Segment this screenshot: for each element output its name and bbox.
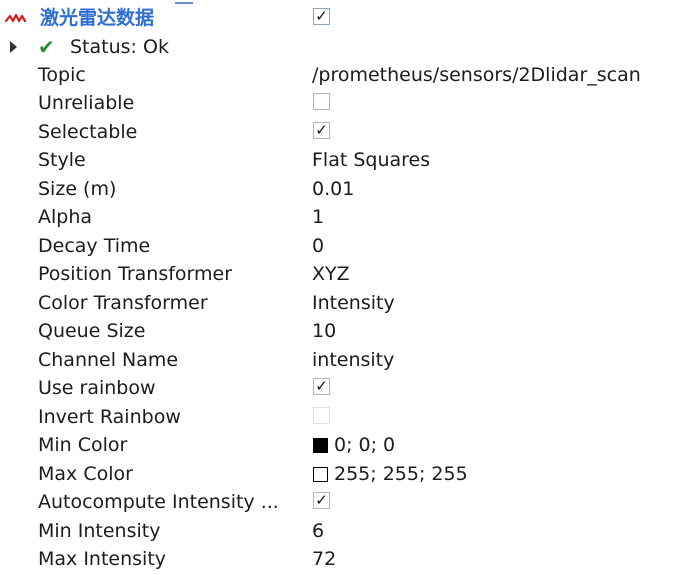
property-name: Style xyxy=(38,149,86,171)
property-name: Decay Time xyxy=(38,234,151,257)
max-color-value[interactable]: 255; 255; 255 xyxy=(312,460,468,488)
display-enabled-checkbox[interactable]: ✓ xyxy=(313,8,330,25)
property-name: Selectable xyxy=(38,120,138,143)
property-row-decay-time[interactable]: Decay Time 0 xyxy=(0,232,680,260)
expand-arrow-icon[interactable] xyxy=(10,41,17,53)
property-row-min-intensity[interactable]: Min Intensity 6 xyxy=(0,517,680,545)
property-row-autocompute-intensity[interactable]: Autocompute Intensity ... ✓ xyxy=(0,488,680,516)
position-transformer-value[interactable]: XYZ xyxy=(312,260,350,288)
property-name: Alpha xyxy=(38,206,93,228)
property-name: Size (m) xyxy=(38,177,117,200)
property-name: Use rainbow xyxy=(38,377,156,399)
topic-value[interactable]: /prometheus/sensors/2Dlidar_scan xyxy=(312,61,641,89)
property-row-unreliable[interactable]: Unreliable xyxy=(0,89,680,117)
display-name: 激光雷达数据 xyxy=(40,7,155,29)
min-color-value[interactable]: 0; 0; 0 xyxy=(312,431,395,459)
min-intensity-value[interactable]: 6 xyxy=(312,517,324,545)
color-transformer-value[interactable]: Intensity xyxy=(312,289,395,317)
style-value[interactable]: Flat Squares xyxy=(312,146,430,174)
property-name: Invert Rainbow xyxy=(38,405,181,428)
status-label: Status: Ok xyxy=(70,36,169,58)
check-icon: ✔ xyxy=(38,35,55,59)
property-name: Min Intensity xyxy=(38,519,161,542)
top-accent-line xyxy=(175,2,193,4)
display-properties-panel: 激光雷达数据 ✓ ✔ Status: Ok Topic/prometheus/s… xyxy=(0,0,680,575)
channel-name-value[interactable]: intensity xyxy=(312,346,394,374)
laser-scan-icon xyxy=(4,13,27,23)
autocompute-intensity-checkbox[interactable]: ✓ xyxy=(313,492,330,509)
color-swatch[interactable] xyxy=(313,438,328,453)
property-row-min-color[interactable]: Min Color 0; 0; 0 xyxy=(0,431,680,459)
property-row-selectable[interactable]: Selectable ✓ xyxy=(0,118,680,146)
property-row-size-m[interactable]: Size (m) 0.01 xyxy=(0,175,680,203)
status-row[interactable]: ✔ Status: Ok xyxy=(0,33,680,61)
color-swatch[interactable] xyxy=(313,466,328,482)
property-name: Max Color xyxy=(38,462,133,485)
color-value-text: 255; 255; 255 xyxy=(334,462,468,485)
use-rainbow-checkbox[interactable]: ✓ xyxy=(313,378,330,395)
property-row-queue-size[interactable]: Queue Size 10 xyxy=(0,317,680,345)
decay-time-value[interactable]: 0 xyxy=(312,232,324,260)
property-row-style[interactable]: Style Flat Squares xyxy=(0,146,680,174)
property-row-color-transformer[interactable]: Color Transformer Intensity xyxy=(0,289,680,317)
property-row-invert-rainbow[interactable]: Invert Rainbow xyxy=(0,403,680,431)
invert-rainbow-checkbox[interactable] xyxy=(313,406,330,424)
property-name: Color Transformer xyxy=(38,291,208,314)
property-name: Min Color xyxy=(38,434,128,456)
selectable-checkbox[interactable]: ✓ xyxy=(313,121,330,139)
display-row[interactable]: 激光雷达数据 ✓ xyxy=(0,2,680,34)
property-name: Unreliable xyxy=(38,92,135,114)
queue-size-value[interactable]: 10 xyxy=(312,317,336,345)
property-name: Channel Name xyxy=(38,348,179,371)
property-row-channel-name[interactable]: Channel Name intensity xyxy=(0,346,680,374)
property-name: Topic xyxy=(38,63,86,86)
property-name: Autocompute Intensity ... xyxy=(38,491,279,513)
property-row-use-rainbow[interactable]: Use rainbow ✓ xyxy=(0,374,680,402)
alpha-value[interactable]: 1 xyxy=(312,203,324,231)
property-name: Position Transformer xyxy=(38,263,233,285)
property-row-max-color[interactable]: Max Color 255; 255; 255 xyxy=(0,460,680,488)
property-name: Queue Size xyxy=(38,320,146,342)
property-row-position-transformer[interactable]: Position Transformer XYZ xyxy=(0,260,680,288)
property-row-topic[interactable]: Topic/prometheus/sensors/2Dlidar_scan xyxy=(0,61,680,89)
unreliable-checkbox[interactable] xyxy=(313,93,330,110)
size-m-value[interactable]: 0.01 xyxy=(312,175,354,203)
property-row-max-intensity[interactable]: Max Intensity 72 xyxy=(0,545,680,573)
property-name: Max Intensity xyxy=(38,548,167,570)
property-row-alpha[interactable]: Alpha 1 xyxy=(0,203,680,231)
max-intensity-value[interactable]: 72 xyxy=(312,545,336,573)
color-value-text: 0; 0; 0 xyxy=(334,434,396,456)
